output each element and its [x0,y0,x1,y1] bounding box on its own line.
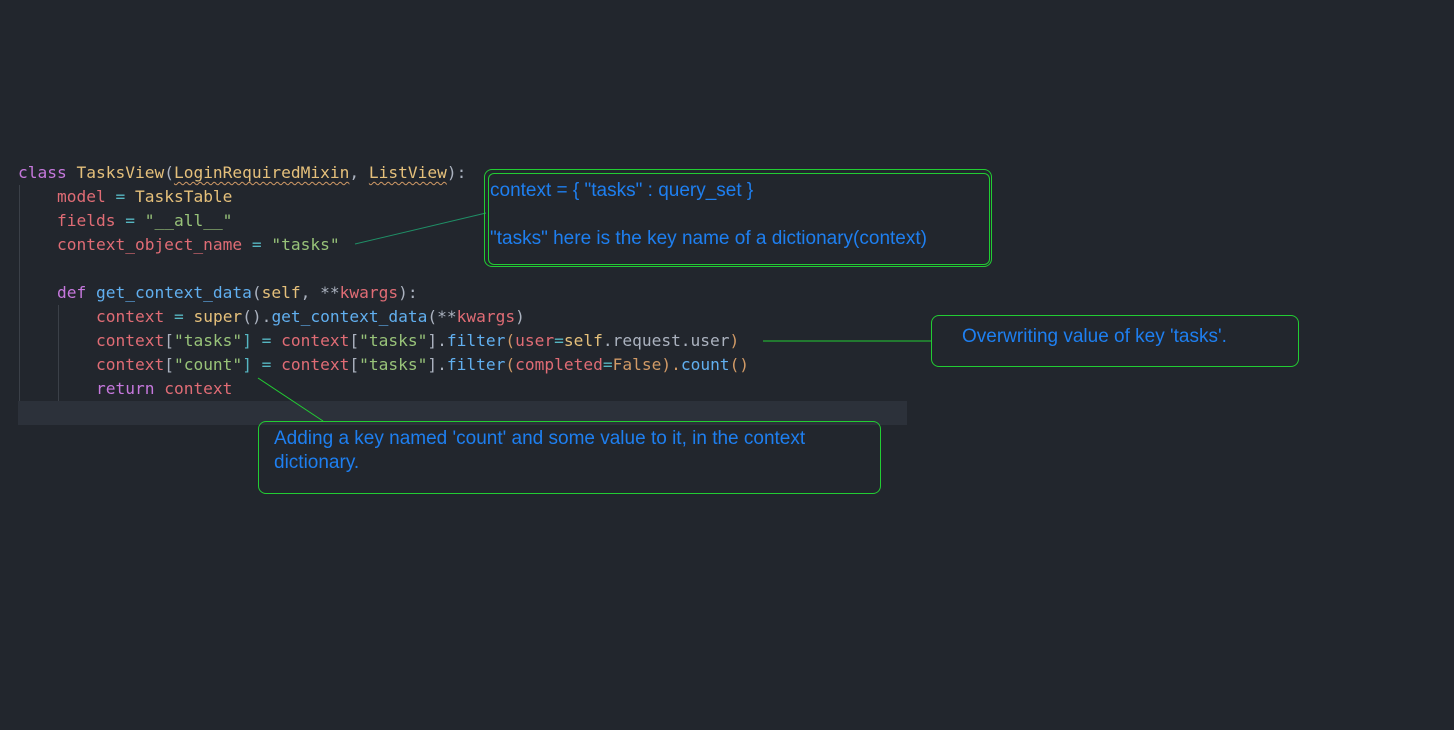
context-annotation-box: context = { "tasks" : query_set } "tasks… [484,169,992,267]
connector-context-note [354,212,487,245]
editor-canvas: class TasksView(LoginRequiredMixin, List… [0,0,1454,730]
context-annotation-line2: "tasks" here is the key name of a dictio… [490,228,927,249]
count-annotation-line1: Adding a key named 'count' and some valu… [274,428,806,449]
overwrite-annotation-box: Overwriting value of key 'tasks'. [931,315,1299,367]
count-annotation-box: Adding a key named 'count' and some valu… [258,421,881,494]
context-annotation-line1: context = { "tasks" : query_set } [490,180,754,201]
connector-count-note [257,377,324,422]
overwrite-annotation-text: Overwriting value of key 'tasks'. [962,326,1227,347]
count-annotation-line2: dictionary. [274,452,360,473]
